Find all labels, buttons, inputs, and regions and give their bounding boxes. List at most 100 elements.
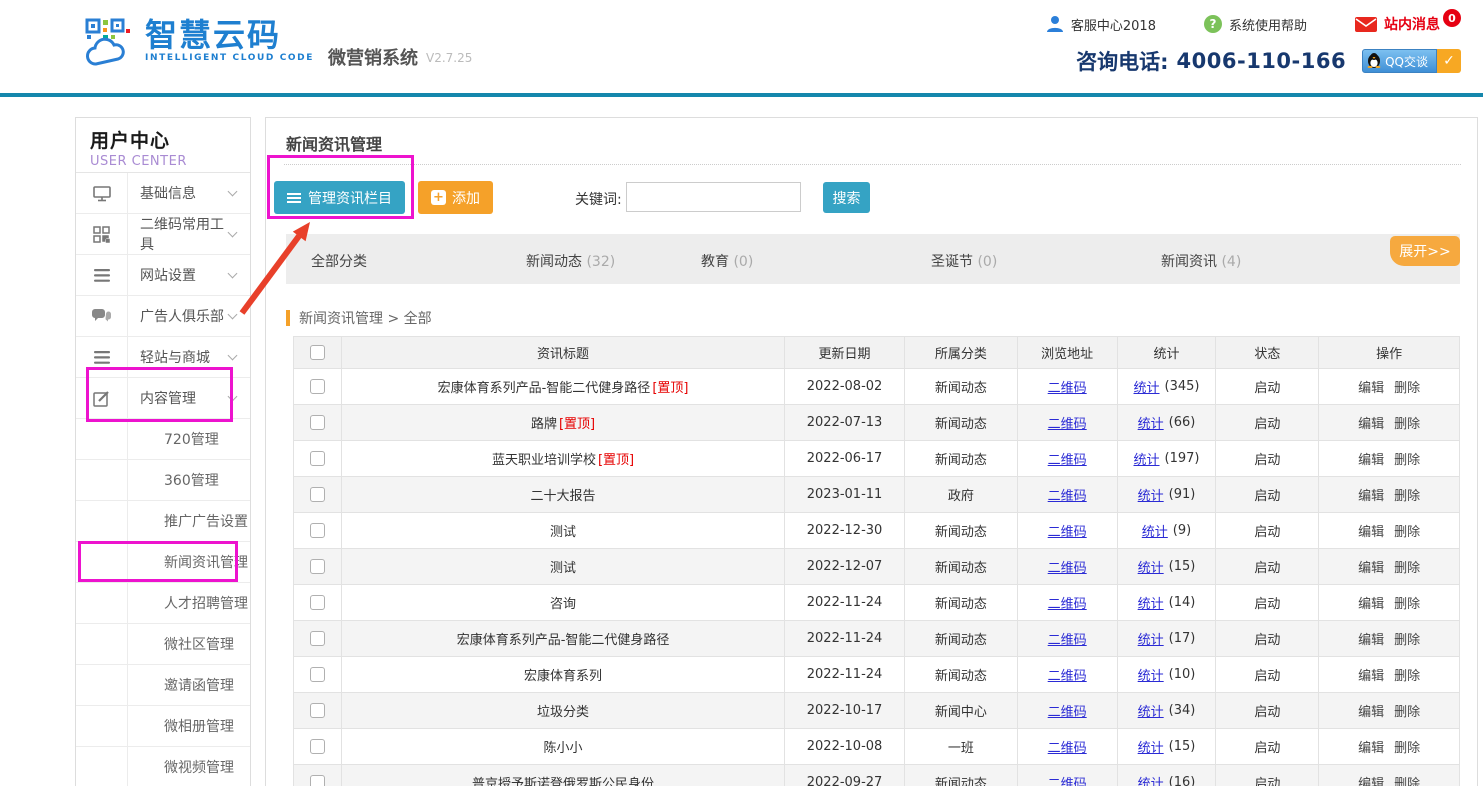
sidebar-item-content-management[interactable]: 内容管理 [76, 378, 250, 419]
status-toggle[interactable]: 启动 [1216, 657, 1319, 693]
row-checkbox[interactable] [310, 631, 325, 646]
status-toggle[interactable]: 启动 [1216, 693, 1319, 729]
status-toggle[interactable]: 启动 [1216, 621, 1319, 657]
stats-link[interactable]: 统计 [1134, 449, 1160, 468]
qrcode-link[interactable]: 二维码 [1048, 593, 1087, 612]
row-checkbox[interactable] [310, 775, 325, 786]
stats-link[interactable]: 统计 [1138, 485, 1164, 504]
stats-link[interactable]: 统计 [1138, 557, 1164, 576]
status-toggle[interactable]: 启动 [1216, 477, 1319, 513]
delete-link[interactable]: 删除 [1394, 737, 1420, 756]
sidebar-item-qrcode-tools[interactable]: 二维码常用工具 [76, 214, 250, 255]
qrcode-link[interactable]: 二维码 [1048, 485, 1087, 504]
delete-link[interactable]: 删除 [1394, 377, 1420, 396]
sidebar-subitem-micro-community[interactable]: 微社区管理 [76, 624, 250, 665]
category-tab-education[interactable]: 教育 (0) [701, 251, 753, 271]
delete-link[interactable]: 删除 [1394, 773, 1420, 786]
edit-link[interactable]: 编辑 [1358, 377, 1384, 396]
stats-link[interactable]: 统计 [1138, 593, 1164, 612]
sidebar-item-lite-site-mall[interactable]: 轻站与商城 [76, 337, 250, 378]
edit-link[interactable]: 编辑 [1358, 701, 1384, 720]
sidebar-subitem-micro-album[interactable]: 微相册管理 [76, 706, 250, 747]
qrcode-link[interactable]: 二维码 [1048, 521, 1087, 540]
select-all-checkbox[interactable] [310, 345, 325, 360]
stats-link[interactable]: 统计 [1138, 413, 1164, 432]
sidebar-subitem-micro-video[interactable]: 微视频管理 [76, 747, 250, 786]
edit-link[interactable]: 编辑 [1358, 485, 1384, 504]
stats-link[interactable]: 统计 [1138, 701, 1164, 720]
status-toggle[interactable]: 启动 [1216, 369, 1319, 405]
edit-link[interactable]: 编辑 [1358, 557, 1384, 576]
stats-link[interactable]: 统计 [1138, 665, 1164, 684]
delete-link[interactable]: 删除 [1394, 413, 1420, 432]
category-tab-christmas[interactable]: 圣诞节 (0) [931, 251, 997, 271]
row-checkbox[interactable] [310, 595, 325, 610]
sidebar-item-basic-info[interactable]: 基础信息 [76, 173, 250, 214]
edit-link[interactable]: 编辑 [1358, 737, 1384, 756]
qrcode-link[interactable]: 二维码 [1048, 737, 1087, 756]
stats-link[interactable]: 统计 [1138, 737, 1164, 756]
row-checkbox[interactable] [310, 667, 325, 682]
sidebar-subitem-news-management[interactable]: 新闻资讯管理 [76, 542, 250, 583]
row-checkbox[interactable] [310, 415, 325, 430]
messages-link[interactable]: 站内消息 0 [1355, 14, 1461, 34]
qq-chat-button[interactable]: QQ交谈 ✓ [1362, 49, 1461, 73]
delete-link[interactable]: 删除 [1394, 629, 1420, 648]
delete-link[interactable]: 删除 [1394, 521, 1420, 540]
edit-link[interactable]: 编辑 [1358, 773, 1384, 786]
sidebar-subitem-recruitment[interactable]: 人才招聘管理 [76, 583, 250, 624]
row-checkbox[interactable] [310, 487, 325, 502]
status-toggle[interactable]: 启动 [1216, 549, 1319, 585]
qrcode-link[interactable]: 二维码 [1048, 557, 1087, 576]
delete-link[interactable]: 删除 [1394, 701, 1420, 720]
row-checkbox[interactable] [310, 559, 325, 574]
row-checkbox[interactable] [310, 451, 325, 466]
status-toggle[interactable]: 启动 [1216, 513, 1319, 549]
delete-link[interactable]: 删除 [1394, 665, 1420, 684]
qrcode-link[interactable]: 二维码 [1048, 665, 1087, 684]
add-button[interactable]: + 添加 [418, 181, 493, 214]
help-link[interactable]: ? 系统使用帮助 [1204, 15, 1307, 34]
service-center-link[interactable]: 客服中心2018 [1046, 15, 1156, 34]
category-tab-all[interactable]: 全部分类 [311, 251, 367, 271]
delete-link[interactable]: 删除 [1394, 593, 1420, 612]
status-toggle[interactable]: 启动 [1216, 585, 1319, 621]
sidebar-subitem-720[interactable]: 720管理 [76, 419, 250, 460]
delete-link[interactable]: 删除 [1394, 485, 1420, 504]
status-toggle[interactable]: 启动 [1216, 441, 1319, 477]
stats-link[interactable]: 统计 [1138, 773, 1164, 786]
sidebar-subitem-invitation[interactable]: 邀请函管理 [76, 665, 250, 706]
search-button[interactable]: 搜索 [823, 182, 870, 213]
delete-link[interactable]: 删除 [1394, 557, 1420, 576]
stats-link[interactable]: 统计 [1134, 377, 1160, 396]
sidebar-subitem-promo-ads[interactable]: 推广广告设置 [76, 501, 250, 542]
edit-link[interactable]: 编辑 [1358, 521, 1384, 540]
delete-link[interactable]: 删除 [1394, 449, 1420, 468]
edit-link[interactable]: 编辑 [1358, 629, 1384, 648]
category-tab-news-trends[interactable]: 新闻动态 (32) [526, 251, 615, 271]
sidebar-item-advertiser-club[interactable]: 广告人俱乐部 [76, 296, 250, 337]
row-checkbox[interactable] [310, 739, 325, 754]
expand-button[interactable]: 展开>> [1390, 236, 1460, 266]
status-toggle[interactable]: 启动 [1216, 729, 1319, 765]
edit-link[interactable]: 编辑 [1358, 413, 1384, 432]
edit-link[interactable]: 编辑 [1358, 593, 1384, 612]
qrcode-link[interactable]: 二维码 [1048, 449, 1087, 468]
row-checkbox[interactable] [310, 523, 325, 538]
manage-columns-button[interactable]: 管理资讯栏目 [274, 181, 405, 214]
qrcode-link[interactable]: 二维码 [1048, 773, 1087, 786]
status-toggle[interactable]: 启动 [1216, 765, 1319, 786]
keyword-input[interactable] [626, 182, 801, 212]
stats-link[interactable]: 统计 [1142, 521, 1168, 540]
category-tab-news-info[interactable]: 新闻资讯 (4) [1161, 251, 1241, 271]
row-checkbox[interactable] [310, 379, 325, 394]
qrcode-link[interactable]: 二维码 [1048, 701, 1087, 720]
qrcode-link[interactable]: 二维码 [1048, 629, 1087, 648]
status-toggle[interactable]: 启动 [1216, 405, 1319, 441]
sidebar-item-site-settings[interactable]: 网站设置 [76, 255, 250, 296]
qrcode-link[interactable]: 二维码 [1048, 413, 1087, 432]
stats-link[interactable]: 统计 [1138, 629, 1164, 648]
breadcrumb[interactable]: 新闻资讯管理 > 全部 [286, 308, 432, 328]
sidebar-subitem-360[interactable]: 360管理 [76, 460, 250, 501]
row-checkbox[interactable] [310, 703, 325, 718]
